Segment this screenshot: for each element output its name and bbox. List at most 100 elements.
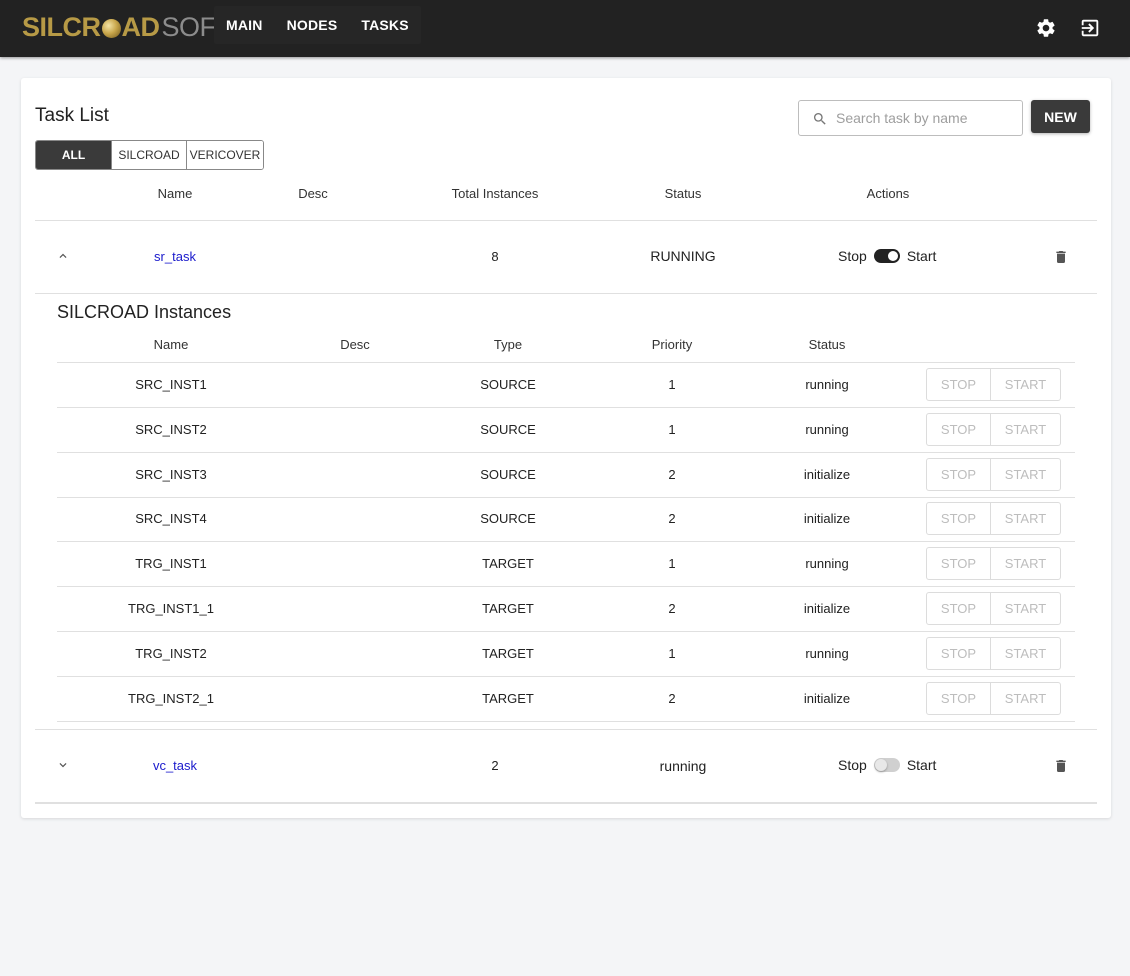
logout-icon[interactable] — [1079, 17, 1101, 39]
start-button[interactable]: START — [991, 369, 1060, 400]
inst-status: running — [805, 556, 849, 571]
row-divider — [35, 729, 1097, 730]
stop-button[interactable]: STOP — [927, 459, 991, 490]
stop-button[interactable]: STOP — [927, 503, 991, 534]
inst-header-divider — [57, 362, 1075, 363]
inst-priority: 1 — [668, 646, 676, 661]
filter-all[interactable]: ALL — [36, 141, 112, 169]
task-status: RUNNING — [650, 248, 716, 264]
gear-icon[interactable] — [1035, 17, 1057, 39]
col-header-name: Name — [157, 186, 193, 201]
run-switch[interactable] — [873, 758, 900, 772]
switch-knob — [874, 759, 887, 771]
logo-text-2: AD — [121, 11, 161, 42]
inst-status: initialize — [803, 467, 851, 482]
start-button[interactable]: START — [991, 593, 1060, 624]
silcroad-logo[interactable]: SILCR AD SOFT — [22, 12, 232, 42]
row-divider — [35, 802, 1097, 804]
main-nav: MAIN NODES TASKS — [214, 6, 421, 44]
inst-action-group: STOP START — [926, 547, 1061, 580]
inst-priority: 1 — [668, 556, 676, 571]
inst-col-header-type: Type — [493, 337, 523, 352]
trash-icon[interactable] — [1053, 757, 1069, 775]
inst-row-divider — [57, 586, 1075, 587]
filter-toggle-group: ALL SILCROAD VERICOVER — [35, 140, 264, 170]
inst-col-header-status: Status — [808, 337, 846, 352]
logo-text-1: SILCR — [22, 11, 101, 42]
inst-col-header-name: Name — [153, 337, 189, 352]
chevron-down-icon[interactable] — [56, 758, 70, 772]
inst-col-header-desc: Desc — [340, 337, 370, 352]
start-label: Start — [906, 248, 937, 264]
stop-button[interactable]: STOP — [927, 593, 991, 624]
stop-button[interactable]: STOP — [927, 548, 991, 579]
inst-name: TRG_INST1_1 — [128, 601, 214, 616]
inst-type: SOURCE — [480, 511, 536, 526]
search-input[interactable] — [836, 101, 1016, 135]
inst-action-group: STOP START — [926, 682, 1061, 715]
inst-type: TARGET — [482, 556, 534, 571]
stop-button[interactable]: STOP — [927, 414, 991, 445]
instances-title: SILCROAD Instances — [57, 302, 232, 322]
stop-button[interactable]: STOP — [927, 369, 991, 400]
task-run-toggle: Stop Start — [838, 757, 936, 773]
nav-main[interactable]: MAIN — [214, 6, 275, 44]
inst-row-divider — [57, 497, 1075, 498]
task-list-card: Task List NEW ALL SILCROAD VERICOVER Nam… — [21, 78, 1111, 818]
start-button[interactable]: START — [991, 683, 1060, 714]
row-divider — [35, 293, 1097, 294]
task-name-link[interactable]: sr_task — [125, 249, 225, 264]
start-button[interactable]: START — [991, 503, 1060, 534]
inst-status: initialize — [803, 691, 851, 706]
task-run-toggle: Stop Start — [838, 248, 936, 264]
chevron-up-icon[interactable] — [56, 249, 70, 263]
page-title: Task List — [35, 105, 109, 126]
inst-action-group: STOP START — [926, 592, 1061, 625]
filter-silcroad[interactable]: SILCROAD — [112, 141, 187, 169]
inst-type: SOURCE — [480, 467, 536, 482]
inst-priority: 1 — [668, 422, 676, 437]
inst-priority: 2 — [668, 601, 676, 616]
inst-row-divider — [57, 631, 1075, 632]
task-status: running — [659, 758, 707, 774]
inst-status: initialize — [803, 511, 851, 526]
inst-action-group: STOP START — [926, 413, 1061, 446]
inst-row-divider — [57, 452, 1075, 453]
task-name-link[interactable]: vc_task — [125, 758, 225, 773]
stop-label: Stop — [838, 757, 867, 773]
inst-name: TRG_INST2 — [135, 646, 207, 661]
filter-vericover[interactable]: VERICOVER — [187, 141, 263, 169]
inst-action-group: STOP START — [926, 502, 1061, 535]
start-button[interactable]: START — [991, 414, 1060, 445]
nav-tasks[interactable]: TASKS — [349, 6, 420, 44]
nav-nodes[interactable]: NODES — [275, 6, 350, 44]
start-button[interactable]: START — [991, 459, 1060, 490]
inst-priority: 2 — [668, 691, 676, 706]
inst-priority: 2 — [668, 511, 676, 526]
inst-row-divider — [57, 541, 1075, 542]
inst-action-group: STOP START — [926, 368, 1061, 401]
search-box[interactable] — [798, 100, 1023, 136]
inst-type: TARGET — [482, 601, 534, 616]
inst-name: SRC_INST3 — [135, 467, 207, 482]
inst-col-header-priority: Priority — [651, 337, 693, 352]
trash-icon[interactable] — [1053, 248, 1069, 266]
start-button[interactable]: START — [991, 638, 1060, 669]
inst-name: SRC_INST1 — [135, 377, 207, 392]
inst-name: SRC_INST4 — [135, 511, 207, 526]
logo-ball-icon — [101, 18, 121, 38]
run-switch[interactable] — [873, 249, 900, 263]
col-header-total-instances: Total Instances — [451, 186, 539, 201]
new-task-button[interactable]: NEW — [1031, 100, 1090, 133]
col-header-status: Status — [664, 186, 702, 201]
stop-button[interactable]: STOP — [927, 638, 991, 669]
col-header-actions: Actions — [866, 186, 910, 201]
inst-name: TRG_INST2_1 — [128, 691, 214, 706]
inst-priority: 2 — [668, 467, 676, 482]
inst-status: running — [805, 377, 849, 392]
stop-button[interactable]: STOP — [927, 683, 991, 714]
start-button[interactable]: START — [991, 548, 1060, 579]
search-icon — [814, 113, 826, 125]
inst-status: running — [805, 422, 849, 437]
inst-row-divider — [57, 407, 1075, 408]
